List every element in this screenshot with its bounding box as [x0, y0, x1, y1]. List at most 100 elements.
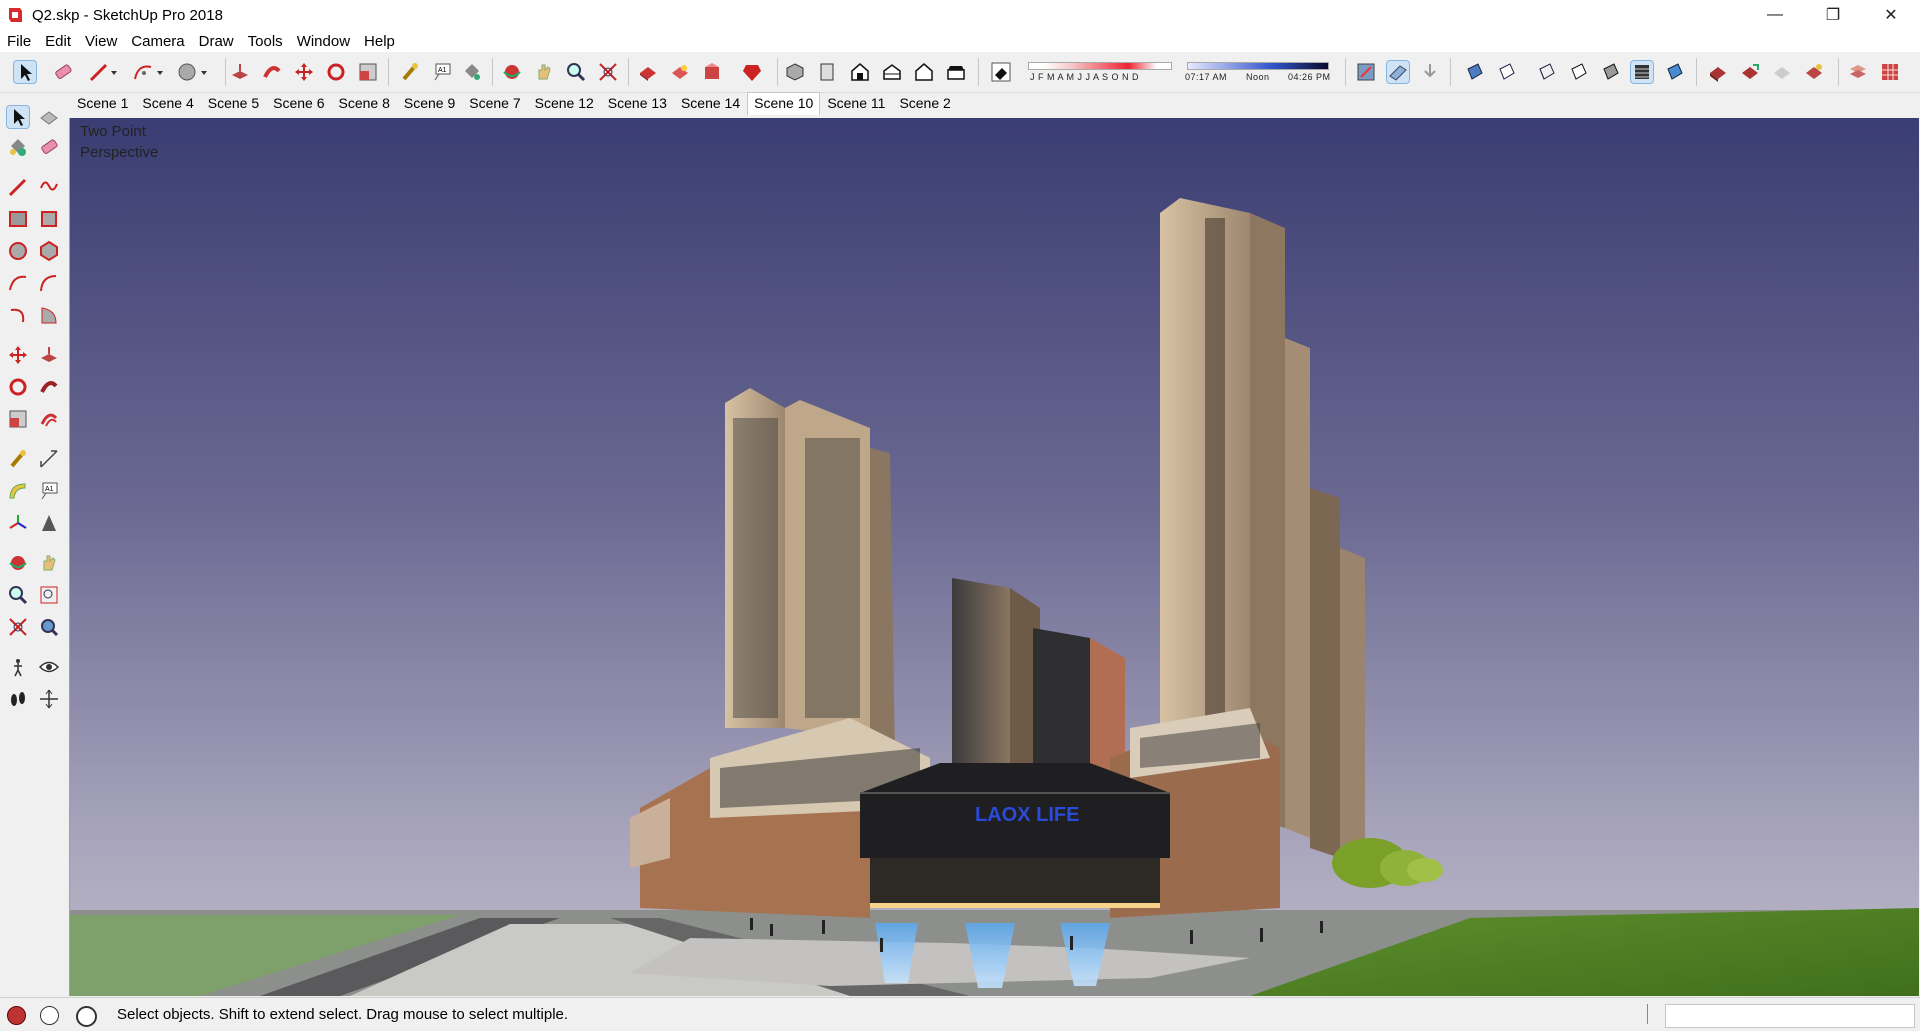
model-viewport[interactable]: LAOX LIFE — [69, 118, 1919, 996]
minimize-icon[interactable]: — — [1746, 0, 1804, 30]
offset-icon[interactable] — [38, 408, 60, 430]
shadow-time-slider[interactable]: 07:17 AM Noon 04:26 PM — [1185, 58, 1330, 88]
component-tool-icon[interactable] — [1707, 61, 1729, 83]
hidden-line-icon[interactable] — [1567, 61, 1589, 83]
dimension-icon[interactable] — [38, 448, 60, 470]
text-icon[interactable]: A1 — [38, 480, 60, 502]
freehand-icon[interactable] — [38, 176, 60, 198]
share-model-icon[interactable] — [669, 61, 691, 83]
eraser-tool-icon[interactable] — [52, 61, 74, 83]
scene-tab[interactable]: Scene 2 — [892, 92, 957, 116]
scene-tab-active[interactable]: Scene 10 — [747, 92, 821, 115]
follow-me-icon[interactable] — [38, 376, 60, 398]
scale-icon[interactable] — [7, 408, 29, 430]
menu-view[interactable]: View — [78, 33, 124, 50]
protractor-icon[interactable] — [7, 480, 29, 502]
menu-camera[interactable]: Camera — [124, 33, 191, 50]
display-section-planes-icon[interactable] — [1386, 60, 1410, 84]
share-component-icon[interactable] — [701, 61, 723, 83]
shadow-month-slider[interactable]: J F M A M J J A S O N D — [1025, 58, 1175, 88]
walk-icon[interactable] — [7, 688, 29, 710]
wireframe-icon[interactable] — [1535, 61, 1557, 83]
view-front-icon[interactable] — [849, 61, 871, 83]
scene-tab[interactable]: Scene 7 — [462, 92, 527, 116]
line-tool-icon[interactable] — [88, 61, 110, 83]
zoom-extents-icon[interactable] — [7, 616, 29, 638]
monochrome-icon[interactable] — [1663, 61, 1685, 83]
zoom-window-icon[interactable] — [38, 584, 60, 606]
menu-window[interactable]: Window — [290, 33, 357, 50]
pan-icon[interactable] — [38, 552, 60, 574]
close-icon[interactable]: ✕ — [1862, 0, 1920, 30]
scene-tab[interactable]: Scene 8 — [332, 92, 397, 116]
line-icon[interactable] — [7, 176, 29, 198]
circle-icon[interactable] — [7, 240, 29, 262]
paint-bucket-icon[interactable] — [7, 136, 29, 158]
scene-tab[interactable]: Scene 6 — [266, 92, 331, 116]
scene-tab[interactable]: Scene 9 — [397, 92, 462, 116]
orbit-icon[interactable] — [501, 61, 523, 83]
polygon-icon[interactable] — [38, 240, 60, 262]
pan-icon[interactable] — [533, 61, 555, 83]
style-builder-icon[interactable] — [1879, 61, 1901, 83]
tape-measure-icon[interactable] — [399, 61, 421, 83]
section-plane-icon[interactable] — [38, 688, 60, 710]
paint-bucket-icon[interactable] — [461, 61, 483, 83]
scene-tab[interactable]: Scene 13 — [601, 92, 674, 116]
zoom-icon[interactable] — [7, 584, 29, 606]
menu-draw[interactable]: Draw — [192, 33, 241, 50]
two-point-arc-icon[interactable] — [38, 272, 60, 294]
scene-tab[interactable]: Scene 4 — [135, 92, 200, 116]
eraser-icon[interactable] — [38, 136, 60, 158]
restore-icon[interactable]: ❐ — [1804, 0, 1862, 30]
shapes-tool-icon[interactable] — [176, 61, 198, 83]
shadows-toggle-icon[interactable] — [990, 61, 1012, 83]
section-plane-icon[interactable] — [1355, 61, 1377, 83]
outliner-icon[interactable] — [1771, 61, 1793, 83]
arc-dropdown-icon[interactable] — [154, 61, 166, 83]
menu-edit[interactable]: Edit — [38, 33, 78, 50]
scene-tab[interactable]: Scene 14 — [674, 92, 747, 116]
extension-warehouse-icon[interactable] — [741, 61, 763, 83]
view-top-icon[interactable] — [816, 61, 838, 83]
user-account-icon[interactable] — [76, 1006, 97, 1027]
select-tool-icon[interactable] — [6, 105, 30, 129]
three-point-arc-icon[interactable] — [7, 304, 29, 326]
shaded-with-textures-icon[interactable] — [1630, 60, 1654, 84]
display-section-cuts-icon[interactable] — [1419, 61, 1441, 83]
position-camera-icon[interactable] — [7, 656, 29, 678]
push-pull-icon[interactable] — [38, 344, 60, 366]
3d-text-icon[interactable] — [38, 512, 60, 534]
select-tool-icon[interactable] — [13, 60, 37, 84]
rotate-icon[interactable] — [7, 376, 29, 398]
zoom-extents-icon[interactable] — [597, 61, 619, 83]
geo-location-icon[interactable] — [7, 1006, 26, 1025]
scene-tab[interactable]: Scene 5 — [201, 92, 266, 116]
make-component-icon[interactable] — [38, 106, 60, 128]
text-icon[interactable]: A1 — [431, 61, 453, 83]
scene-tab[interactable]: Scene 11 — [820, 92, 892, 116]
scale-icon[interactable] — [357, 61, 379, 83]
layers-icon[interactable] — [1847, 61, 1869, 83]
pie-icon[interactable] — [38, 304, 60, 326]
move-icon[interactable] — [293, 61, 315, 83]
arc-icon[interactable] — [7, 272, 29, 294]
axes-icon[interactable] — [7, 512, 29, 534]
xray-style-icon[interactable] — [1463, 61, 1485, 83]
menu-file[interactable]: File — [0, 33, 38, 50]
follow-me-icon[interactable] — [261, 61, 283, 83]
previous-view-icon[interactable] — [38, 616, 60, 638]
view-back-icon[interactable] — [913, 61, 935, 83]
warehouse-icon[interactable] — [637, 61, 659, 83]
rotated-rectangle-icon[interactable] — [38, 208, 60, 230]
tape-measure-icon[interactable] — [7, 448, 29, 470]
line-dropdown-icon[interactable] — [108, 61, 120, 83]
shaded-icon[interactable] — [1599, 61, 1621, 83]
rectangle-icon[interactable] — [7, 208, 29, 230]
materials-icon[interactable] — [1803, 61, 1825, 83]
zoom-icon[interactable] — [565, 61, 587, 83]
arc-tool-icon[interactable] — [132, 61, 154, 83]
credits-icon[interactable] — [40, 1006, 59, 1025]
scene-tab[interactable]: Scene 12 — [528, 92, 601, 116]
group-tool-icon[interactable] — [1739, 61, 1761, 83]
